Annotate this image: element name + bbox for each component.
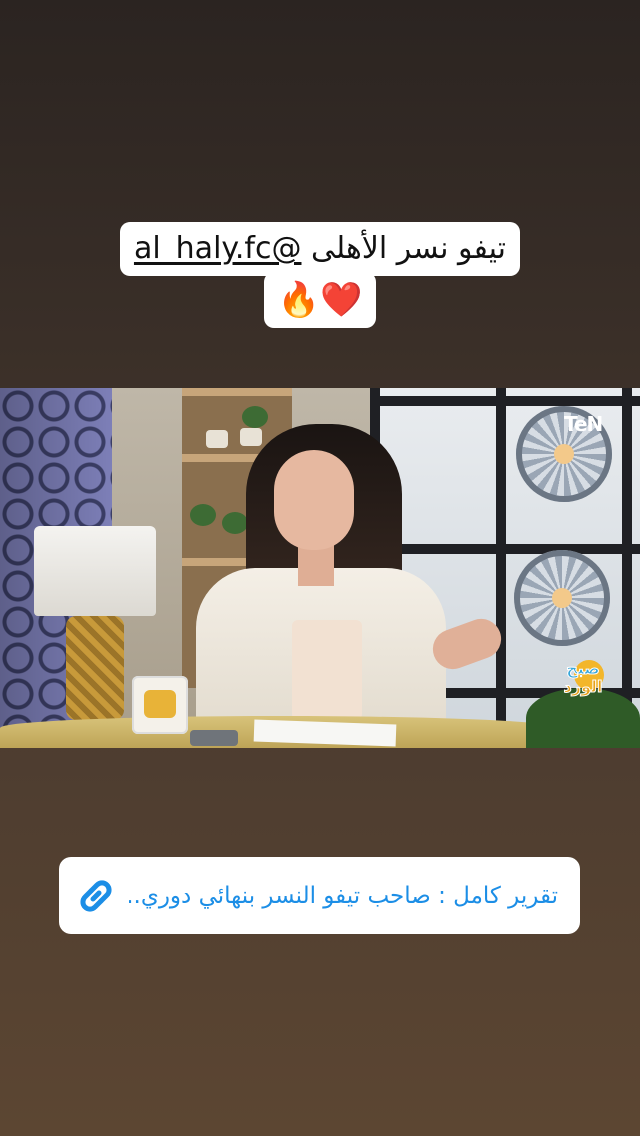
lamp: [34, 526, 156, 616]
caption-emojis: 🔥❤️: [263, 272, 377, 328]
link-icon: [73, 873, 119, 919]
channel-logo: TeN: [564, 412, 603, 436]
phone-on-desk: [190, 730, 238, 746]
link-text: تقرير كامل : صاحب تيفو النسر بنهائي دوري…: [129, 882, 558, 909]
show-logo-line1: صبح: [566, 659, 601, 678]
caption-line: تيفو نسر الأهلى @al_haly.fc: [119, 222, 521, 276]
show-logo-line2: الورد: [563, 677, 603, 696]
link-sticker[interactable]: تقرير كامل : صاحب تيفو النسر بنهائي دوري…: [59, 857, 580, 934]
show-logo: صبح الورد: [554, 659, 612, 710]
caption-text: تيفو نسر الأهلى: [301, 231, 507, 266]
mention-link[interactable]: @al_haly.fc: [134, 231, 302, 266]
video-frame[interactable]: TeN صبح الورد: [0, 388, 640, 748]
mug: [132, 676, 188, 734]
story-caption: تيفو نسر الأهلى @al_haly.fc 🔥❤️: [0, 222, 640, 328]
